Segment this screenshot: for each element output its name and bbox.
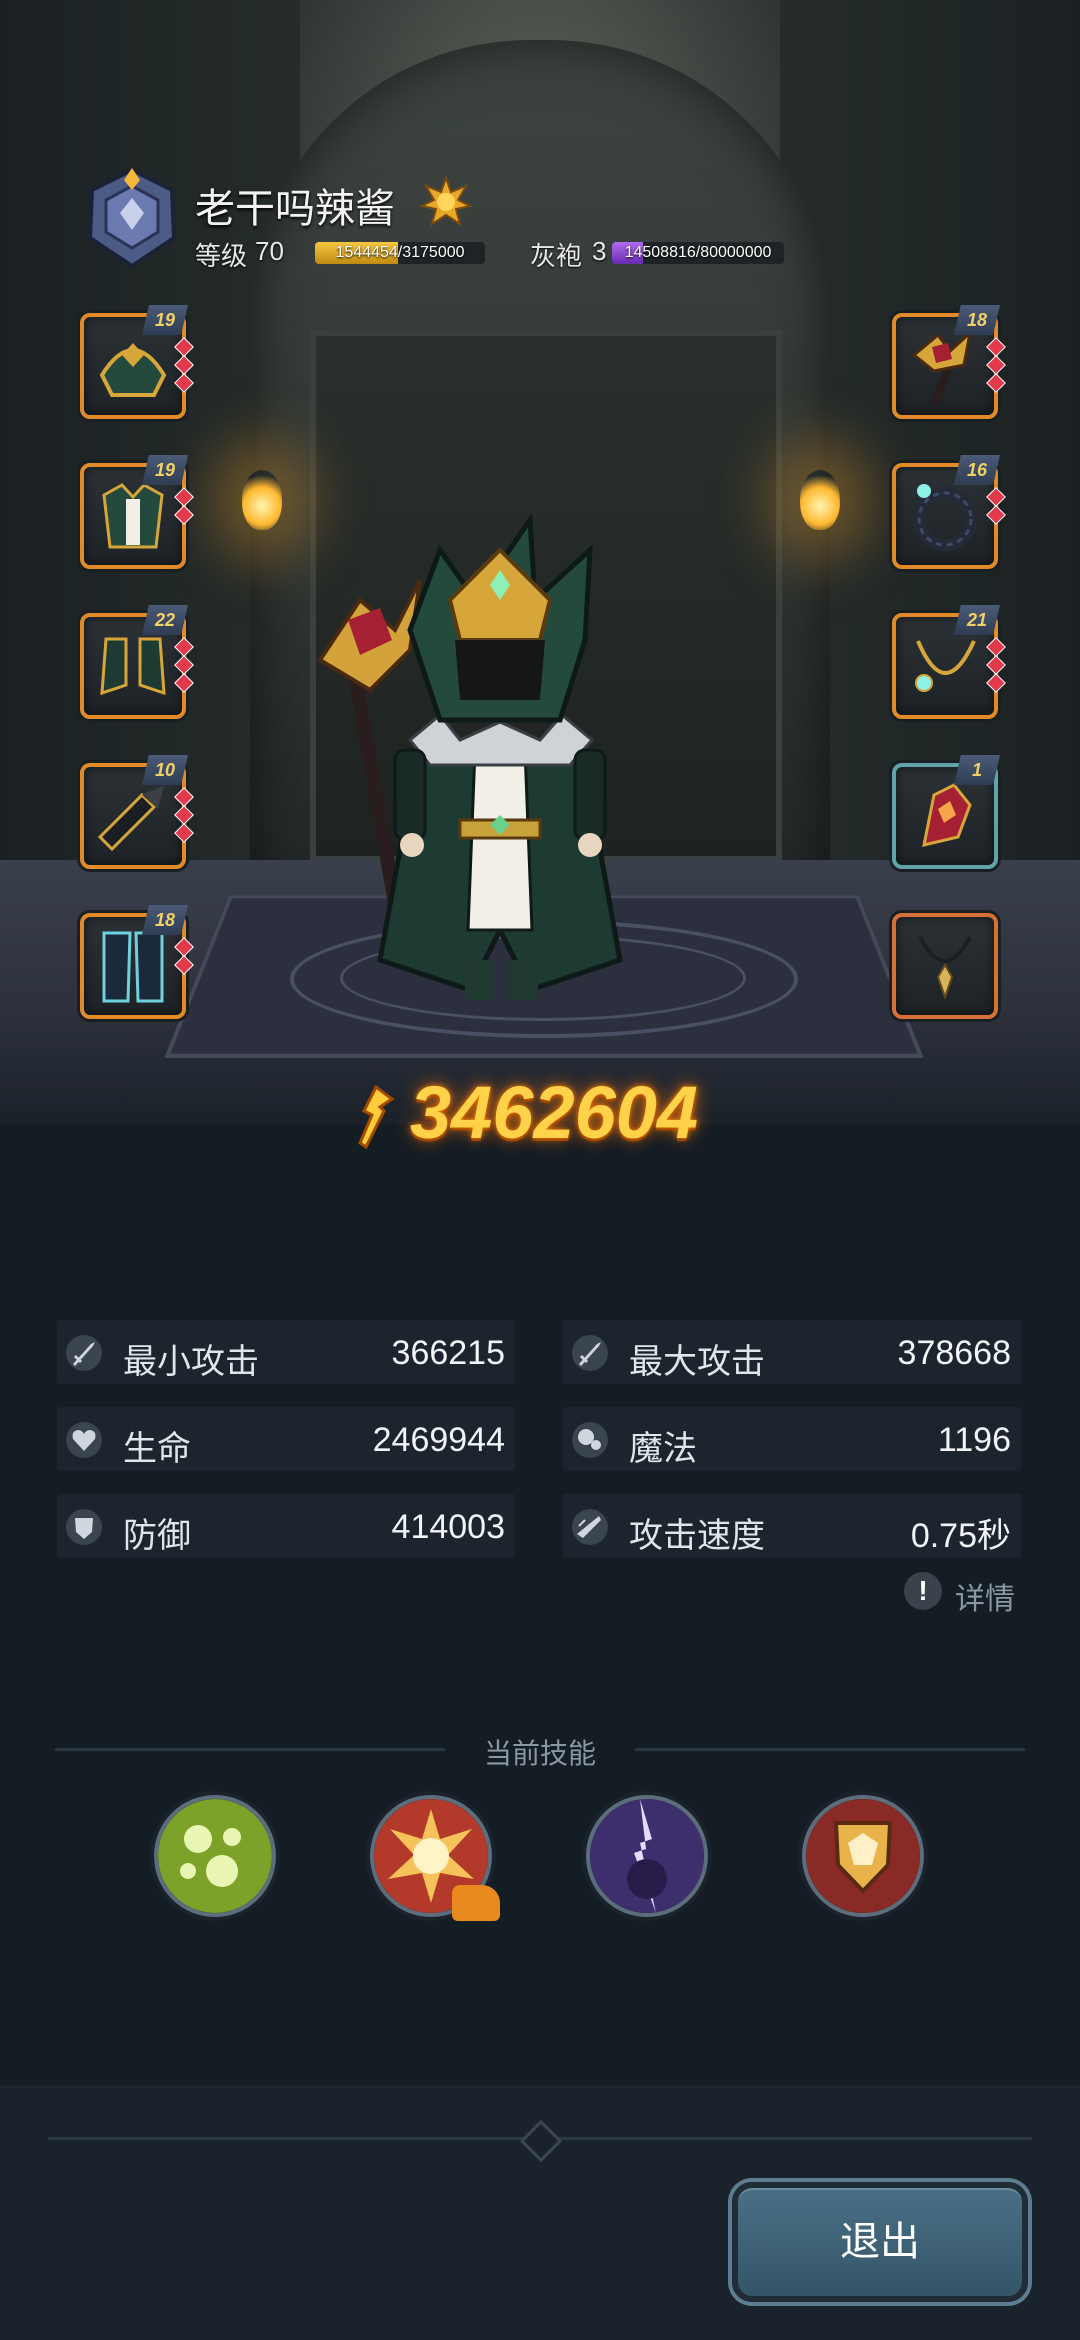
sun-rank-icon <box>420 176 472 227</box>
stat-label: 生命 <box>123 1430 191 1468</box>
gem-sockets <box>174 337 194 394</box>
stat-magic: 魔法 1196 <box>563 1407 1021 1471</box>
slot-level-badge: 18 <box>954 305 1000 335</box>
info-icon[interactable]: ! <box>904 1572 942 1610</box>
left-torch-icon <box>242 470 282 530</box>
shield-crest-skill-icon[interactable] <box>802 1795 924 1917</box>
stat-defense: 防御 414003 <box>57 1494 515 1558</box>
stat-label: 防御 <box>123 1517 191 1555</box>
slot-level-badge: 10 <box>142 755 188 785</box>
gem-sockets <box>986 637 1006 694</box>
combat-power-icon <box>358 1085 395 1149</box>
xp-progress-text: 1544454/3175000 <box>335 244 465 261</box>
xp-progress-bar: 1544454/3175000 <box>315 242 485 264</box>
stat-attack-speed: 攻击速度 0.75秒 <box>563 1494 1021 1558</box>
skills-title: 当前技能 <box>483 1738 596 1769</box>
equipment-slot-necklace[interactable]: 21 <box>892 605 1006 719</box>
ring-icon <box>913 484 977 551</box>
stat-min-attack: 最小攻击 366215 <box>57 1320 515 1384</box>
slot-level-badge: 19 <box>142 305 188 335</box>
slot-level-badge: 21 <box>954 605 1000 635</box>
skill-cloud-badge-icon <box>452 1885 500 1921</box>
pants-icon <box>102 931 164 1003</box>
amulet-icon <box>918 936 972 1001</box>
equipment-slot-helmet[interactable]: 19 <box>80 305 194 419</box>
robe-label: 灰袍 <box>530 241 583 271</box>
equipment-slot-offhand[interactable]: 1 <box>892 755 1000 869</box>
equipment-slot-weapon[interactable]: 18 <box>892 305 1006 419</box>
equipment-slot-amulet[interactable] <box>892 913 998 1019</box>
slot-level-badge: 18 <box>142 905 188 935</box>
staff-weapon-icon <box>911 328 973 405</box>
equipment-slot-gloves[interactable]: 10 <box>80 755 194 869</box>
gem-sockets <box>986 337 1006 394</box>
poison-bubbles-skill-icon[interactable] <box>154 1795 276 1917</box>
robe-progress-text: 14508816/80000000 <box>624 244 772 261</box>
slot-level-badge: 19 <box>142 455 188 485</box>
robe-progress-bar: 14508816/80000000 <box>612 242 784 264</box>
details-link[interactable]: 详情 <box>955 1574 1015 1618</box>
stat-label: 最大攻击 <box>629 1343 765 1381</box>
stat-value: 378668 <box>897 1334 1011 1372</box>
stat-max-attack: 最大攻击 378668 <box>563 1320 1021 1384</box>
equipment-slot-ring[interactable]: 16 <box>892 455 1006 569</box>
magic-icon <box>572 1422 608 1458</box>
sword-icon <box>572 1335 608 1371</box>
heart-icon <box>66 1422 102 1458</box>
boots-icon <box>100 637 166 696</box>
robe-level: 3 <box>592 236 607 266</box>
stat-value: 366215 <box>391 1334 505 1372</box>
sword-icon <box>66 1335 102 1371</box>
speed-icon <box>572 1509 608 1545</box>
exit-button[interactable]: 退出 <box>732 2182 1028 2302</box>
slot-level-badge: 1 <box>954 755 1000 785</box>
hero-character <box>317 512 623 1000</box>
equipment-slot-pants[interactable]: 18 <box>80 905 194 1019</box>
rank-emblem-icon[interactable] <box>82 168 182 268</box>
level-value: 70 <box>255 236 284 266</box>
stat-label: 最小攻击 <box>123 1343 259 1381</box>
stat-label: 攻击速度 <box>629 1517 765 1555</box>
necklace-icon <box>915 640 976 692</box>
right-torch-icon <box>800 470 840 530</box>
level-label: 等级 <box>195 241 248 271</box>
lightning-skill-icon[interactable] <box>586 1795 708 1917</box>
stat-label: 魔法 <box>629 1430 697 1468</box>
stat-health: 生命 2469944 <box>57 1407 515 1471</box>
gem-sockets <box>986 487 1006 526</box>
combat-power-value: 3462604 <box>410 1071 699 1154</box>
gem-sockets <box>174 637 194 694</box>
skills-divider-right <box>635 1748 1025 1751</box>
stat-value: 2469944 <box>372 1421 505 1459</box>
skills-divider-left <box>55 1748 445 1751</box>
offhand-relic-icon <box>922 783 972 847</box>
slot-level-badge: 16 <box>954 455 1000 485</box>
stat-value: 0.75秒 <box>910 1517 1011 1555</box>
gloves-icon <box>97 785 164 852</box>
equipment-slot-armor[interactable]: 19 <box>80 455 194 569</box>
stat-value: 414003 <box>391 1508 505 1546</box>
equipment-slot-boots[interactable]: 22 <box>80 605 194 719</box>
gem-sockets <box>174 487 194 526</box>
shield-icon <box>66 1509 102 1545</box>
armor-icon <box>102 483 164 549</box>
gem-sockets <box>174 937 194 976</box>
gem-sockets <box>174 787 194 844</box>
player-name: 老干吗辣酱 <box>195 187 395 231</box>
slot-level-badge: 22 <box>142 605 188 635</box>
stat-value: 1196 <box>937 1421 1011 1459</box>
helmet-icon <box>99 343 167 397</box>
